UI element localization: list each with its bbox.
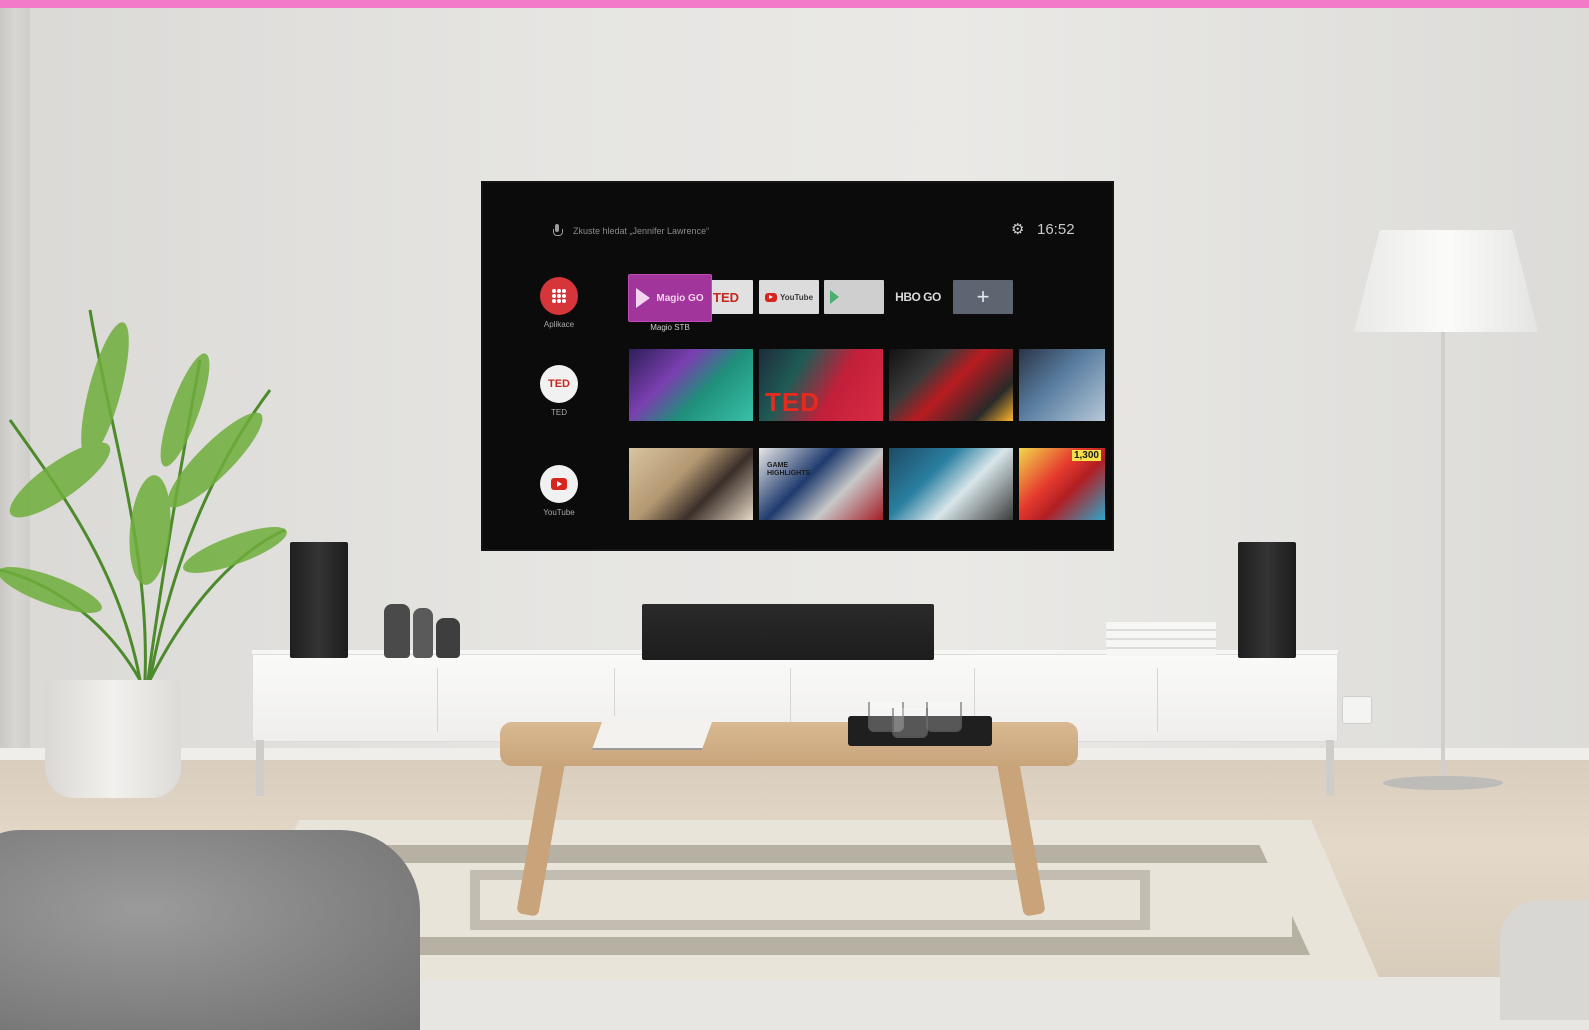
- sidebar-item-apps[interactable]: Aplikace: [531, 277, 587, 329]
- video-thumbnail[interactable]: [629, 349, 753, 421]
- clock: 16:52: [1037, 221, 1075, 238]
- console-leg: [256, 740, 264, 796]
- wall-socket: [1342, 696, 1372, 724]
- vase: [384, 604, 410, 658]
- soundbar: [642, 604, 934, 660]
- right-speaker: [1238, 542, 1296, 658]
- app-tile-magio-go[interactable]: Magio GO: [629, 275, 711, 321]
- thumbnail-text: 1,300: [1071, 450, 1101, 461]
- sofa-armrest: [0, 830, 420, 1030]
- console-drawer-divider: [1157, 668, 1158, 732]
- sofa-corner: [1500, 900, 1589, 1020]
- glass: [926, 702, 962, 732]
- sidebar-item-label: YouTube: [543, 508, 575, 517]
- sidebar-item-youtube[interactable]: YouTube: [531, 465, 587, 517]
- magazine: [591, 716, 715, 750]
- stack-of-books: [1106, 622, 1216, 656]
- voice-search-bar[interactable]: Zkuste hledat „Jennifer Lawrence“: [553, 223, 709, 239]
- app-tile-label: Magio GO: [656, 292, 704, 304]
- left-speaker: [290, 542, 348, 658]
- glass: [892, 708, 928, 738]
- search-hint: Zkuste hledat „Jennifer Lawrence“: [573, 226, 710, 236]
- app-tile-ted[interactable]: TED: [711, 280, 753, 314]
- google-play-icon: [830, 290, 839, 304]
- apps-grid-icon: [540, 277, 578, 315]
- rug-pattern-inner: [470, 870, 1150, 930]
- app-tile-google-play[interactable]: [824, 280, 884, 314]
- console-leg: [1326, 740, 1334, 796]
- ted-logo: TED: [540, 365, 578, 403]
- sidebar-item-label: TED: [551, 408, 567, 417]
- video-thumbnail[interactable]: [629, 448, 753, 520]
- tv-screen: Zkuste hledat „Jennifer Lawrence“ ⚙ 16:5…: [483, 183, 1112, 549]
- app-tile-youtube[interactable]: YouTube: [759, 280, 819, 314]
- top-accent-bar: [0, 0, 1589, 8]
- thumbnail-text: TED: [765, 387, 820, 417]
- focused-app-caption: Magio STB: [650, 323, 690, 332]
- add-app-button[interactable]: +: [953, 280, 1013, 314]
- video-thumbnail[interactable]: [889, 448, 1013, 520]
- mic-icon[interactable]: [553, 224, 563, 238]
- youtube-icon: [540, 465, 578, 503]
- video-thumbnail[interactable]: TED: [759, 349, 883, 421]
- vase: [413, 608, 433, 658]
- video-thumbnail[interactable]: 1,300: [1019, 448, 1105, 520]
- video-thumbnail[interactable]: GAME HIGHLIGHTS: [759, 448, 883, 520]
- plant-pot: [45, 680, 181, 798]
- video-thumbnail[interactable]: [889, 349, 1013, 421]
- play-icon: [636, 288, 651, 308]
- vase: [436, 618, 460, 658]
- app-tile-label: YouTube: [779, 292, 814, 302]
- console-drawer-divider: [437, 668, 438, 732]
- floor-lamp-pole: [1441, 332, 1445, 782]
- video-thumbnail[interactable]: [1019, 349, 1105, 421]
- floor-lamp-base: [1383, 776, 1503, 790]
- floor-lamp-shade: [1354, 230, 1538, 332]
- potted-plant: [0, 309, 287, 681]
- thumbnail-text: GAME HIGHLIGHTS: [767, 462, 811, 477]
- sidebar-item-label: Aplikace: [543, 320, 575, 329]
- app-tile-hbo-go[interactable]: HBO GO: [887, 280, 949, 314]
- gear-icon[interactable]: ⚙: [1011, 222, 1025, 237]
- youtube-icon: [764, 292, 777, 302]
- sidebar-item-ted[interactable]: TED TED: [531, 365, 587, 417]
